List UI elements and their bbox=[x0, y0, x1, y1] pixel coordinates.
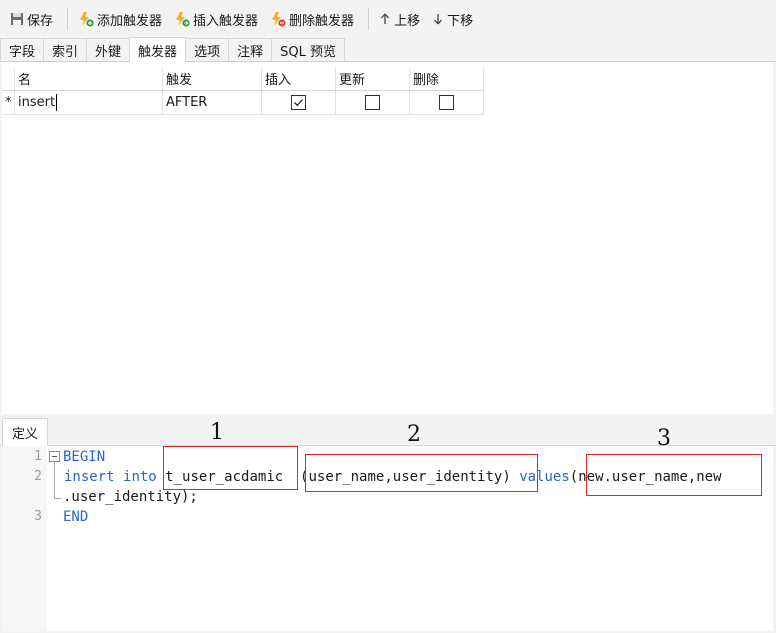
insert-checkbox-cell bbox=[262, 91, 336, 115]
tab-fields[interactable]: 字段 bbox=[0, 38, 45, 61]
tab-triggers[interactable]: 触发器 bbox=[129, 37, 187, 62]
move-down-label: 下移 bbox=[447, 13, 474, 29]
fold-toggle-icon[interactable] bbox=[49, 451, 60, 462]
trigger-name-cell[interactable]: insert bbox=[15, 91, 163, 115]
trigger-fires-cell[interactable]: AFTER bbox=[163, 91, 262, 115]
toolbar-divider bbox=[67, 8, 69, 30]
toolbar: 保存 添加触发器 插入触发器 删除触发器 上移 下移 bbox=[0, 0, 776, 38]
tab-bar: 字段 索引 外键 触发器 选项 注释 SQL 预览 bbox=[0, 37, 776, 62]
code-line-end: END bbox=[63, 509, 89, 525]
code-line-wrap: .user_identity); bbox=[63, 489, 198, 505]
column-header-update[interactable]: 更新 bbox=[336, 67, 410, 91]
add-trigger-icon bbox=[80, 12, 94, 27]
arrow-up-icon bbox=[381, 13, 390, 24]
column-header-insert[interactable]: 插入 bbox=[262, 67, 336, 91]
annotation-box-1 bbox=[163, 446, 298, 490]
column-header-fires[interactable]: 触发 bbox=[163, 67, 262, 91]
annotation-number-3: 3 bbox=[657, 426, 671, 451]
fold-guide-end bbox=[54, 498, 61, 499]
trigger-grid-area: 名 触发 插入 更新 删除 * insert AFTER bbox=[2, 62, 773, 414]
line-number: 2 bbox=[34, 469, 42, 484]
move-down-button[interactable]: 下移 bbox=[428, 6, 477, 32]
tab-indexes[interactable]: 索引 bbox=[43, 38, 88, 61]
tab-options[interactable]: 选项 bbox=[185, 38, 230, 61]
sql-editor[interactable]: 1 2 3 BEGIN insert into t_user_acdamic (… bbox=[2, 446, 773, 631]
fold-guide bbox=[54, 462, 55, 498]
delete-trigger-icon bbox=[272, 12, 286, 27]
delete-checkbox[interactable] bbox=[439, 95, 454, 110]
grid-header-row: 名 触发 插入 更新 删除 bbox=[2, 67, 484, 91]
update-checkbox-cell bbox=[336, 91, 410, 115]
annotation-box-3 bbox=[586, 454, 762, 496]
trigger-grid: 名 触发 插入 更新 删除 * insert AFTER bbox=[2, 67, 484, 115]
column-header-name[interactable]: 名 bbox=[15, 67, 163, 91]
checkmark-icon bbox=[294, 99, 303, 107]
tab-definition[interactable]: 定义 bbox=[2, 418, 49, 446]
annotation-number-1: 1 bbox=[210, 420, 224, 445]
text-caret bbox=[56, 94, 58, 111]
annotation-number-2: 2 bbox=[407, 422, 421, 447]
column-header-delete[interactable]: 删除 bbox=[410, 67, 484, 91]
insert-checkbox[interactable] bbox=[291, 95, 306, 110]
annotation-box-2 bbox=[305, 454, 538, 492]
save-icon bbox=[11, 13, 23, 25]
keyword-into: into bbox=[123, 469, 157, 485]
code-line-begin: BEGIN bbox=[63, 449, 106, 465]
save-button[interactable]: 保存 bbox=[6, 6, 57, 32]
row-marker-header bbox=[2, 67, 15, 91]
delete-trigger-label: 删除触发器 bbox=[289, 13, 355, 29]
trigger-name-value: insert bbox=[18, 95, 56, 110]
move-up-label: 上移 bbox=[394, 13, 421, 29]
insert-trigger-button[interactable]: 插入触发器 bbox=[170, 6, 262, 32]
add-trigger-label: 添加触发器 bbox=[97, 13, 163, 29]
row-marker: * bbox=[2, 91, 15, 115]
insert-trigger-label: 插入触发器 bbox=[193, 13, 259, 29]
tab-foreign-keys[interactable]: 外键 bbox=[86, 38, 131, 61]
update-checkbox[interactable] bbox=[365, 95, 380, 110]
keyword-insert: insert bbox=[64, 469, 115, 485]
delete-checkbox-cell bbox=[410, 91, 484, 115]
save-label: 保存 bbox=[27, 13, 54, 29]
line-number-gutter: 1 2 3 bbox=[2, 446, 47, 631]
move-up-button[interactable]: 上移 bbox=[375, 6, 424, 32]
arrow-down-icon bbox=[434, 14, 443, 25]
table-row[interactable]: * insert AFTER bbox=[2, 91, 484, 115]
insert-trigger-icon bbox=[176, 12, 190, 27]
add-trigger-button[interactable]: 添加触发器 bbox=[74, 6, 166, 32]
line-number: 1 bbox=[34, 449, 42, 464]
tab-sql-preview[interactable]: SQL 预览 bbox=[271, 38, 345, 61]
delete-trigger-button[interactable]: 删除触发器 bbox=[266, 6, 358, 32]
toolbar-divider bbox=[368, 8, 370, 30]
tab-comment[interactable]: 注释 bbox=[228, 38, 273, 61]
line-number: 3 bbox=[34, 509, 42, 524]
